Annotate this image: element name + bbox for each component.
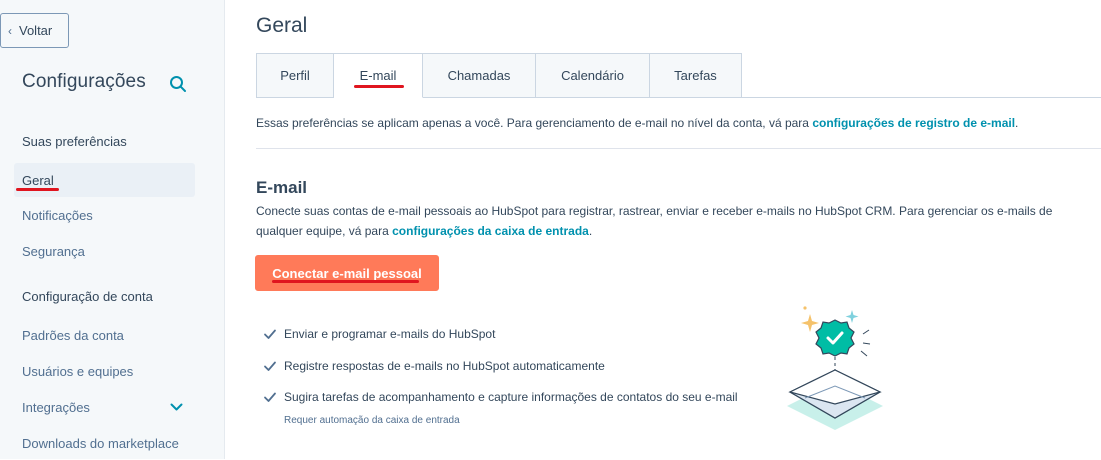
check-icon	[264, 329, 276, 339]
sidebar-item-geral[interactable]: Geral	[14, 163, 195, 197]
chevron-left-icon: ‹	[8, 23, 12, 38]
tab-calendario[interactable]: Calendário	[536, 53, 650, 98]
tabs-baseline	[741, 97, 1101, 98]
annotation-underline	[354, 85, 404, 88]
tab-email[interactable]: E-mail	[334, 53, 423, 98]
sidebar-item-label: Geral	[22, 172, 54, 188]
feature-note: Requer automação da caixa de entrada	[284, 415, 460, 426]
sidebar-item-label: Padrões da conta	[22, 327, 124, 343]
back-label: Voltar	[19, 23, 53, 38]
tab-label: Calendário	[561, 68, 624, 83]
divider	[256, 148, 1101, 149]
tab-label: Tarefas	[674, 68, 717, 83]
inbox-settings-link[interactable]: configurações da caixa de entrada	[392, 224, 589, 238]
tab-tarefas[interactable]: Tarefas	[650, 53, 742, 98]
tab-perfil[interactable]: Perfil	[256, 53, 334, 98]
description-end: .	[1015, 116, 1019, 130]
chevron-down-icon[interactable]	[170, 402, 183, 412]
back-button[interactable]: ‹ Voltar	[0, 13, 69, 48]
feature-item: Registre respostas de e-mails no HubSpot…	[263, 359, 605, 373]
feature-item: Enviar e programar e-mails do HubSpot	[263, 327, 495, 341]
sidebar-item-label: Notificações	[22, 207, 93, 223]
section-heading-account: Configuração de conta	[22, 289, 153, 304]
sidebar-item-notificacoes[interactable]: Notificações	[14, 198, 195, 232]
feature-label: Enviar e programar e-mails do HubSpot	[284, 327, 496, 341]
email-section-title: E-mail	[256, 178, 308, 197]
email-section-body: Conecte suas contas de e-mail pessoais a…	[256, 204, 1053, 238]
sidebar-item-label: Downloads do marketplace	[22, 435, 179, 451]
check-icon	[264, 392, 276, 402]
sidebar-item-label: Integrações	[22, 399, 90, 415]
feature-label: Registre respostas de e-mails no HubSpot…	[284, 359, 605, 373]
preferences-description: Essas preferências se aplicam apenas a v…	[256, 116, 1018, 130]
email-logging-settings-link[interactable]: configurações de registro de e-mail	[812, 116, 1015, 130]
section-heading-preferences: Suas preferências	[22, 134, 127, 149]
connect-personal-email-button[interactable]: Conectar e-mail pessoal	[255, 255, 439, 291]
sidebar-item-downloads[interactable]: Downloads do marketplace	[14, 426, 195, 460]
sidebar-item-label: Segurança	[22, 243, 85, 259]
annotation-underline	[16, 188, 59, 191]
sidebar-item-integracoes[interactable]: Integrações	[14, 390, 195, 424]
search-icon[interactable]	[169, 75, 187, 93]
feature-label: Sugira tarefas de acompanhamento e captu…	[284, 390, 738, 404]
annotation-underline	[272, 280, 419, 283]
tab-label: Perfil	[280, 68, 310, 83]
sidebar-item-label: Usuários e equipes	[22, 363, 134, 379]
page-title: Geral	[256, 14, 308, 37]
button-label: Conectar e-mail pessoal	[272, 265, 422, 281]
tab-bar: Perfil E-mail Chamadas Calendário Tarefa…	[256, 53, 742, 98]
check-icon	[264, 361, 276, 371]
tab-chamadas[interactable]: Chamadas	[423, 53, 536, 98]
email-envelope-illustration	[787, 306, 883, 430]
feature-item: Sugira tarefas de acompanhamento e captu…	[263, 390, 738, 404]
sidebar-item-usuarios[interactable]: Usuários e equipes	[14, 354, 195, 388]
tab-label: E-mail	[359, 68, 397, 83]
sidebar-title: Configurações	[22, 71, 146, 92]
sidebar-item-seguranca[interactable]: Segurança	[14, 234, 195, 268]
sidebar: ‹ Voltar Configurações Suas preferências…	[0, 0, 225, 459]
email-section-end: .	[588, 224, 593, 238]
sidebar-item-padroes[interactable]: Padrões da conta	[14, 318, 195, 352]
email-section-text: Conecte suas contas de e-mail pessoais a…	[256, 201, 1056, 241]
tab-label: Chamadas	[447, 68, 511, 83]
description-text: Essas preferências se aplicam apenas a v…	[256, 116, 813, 130]
